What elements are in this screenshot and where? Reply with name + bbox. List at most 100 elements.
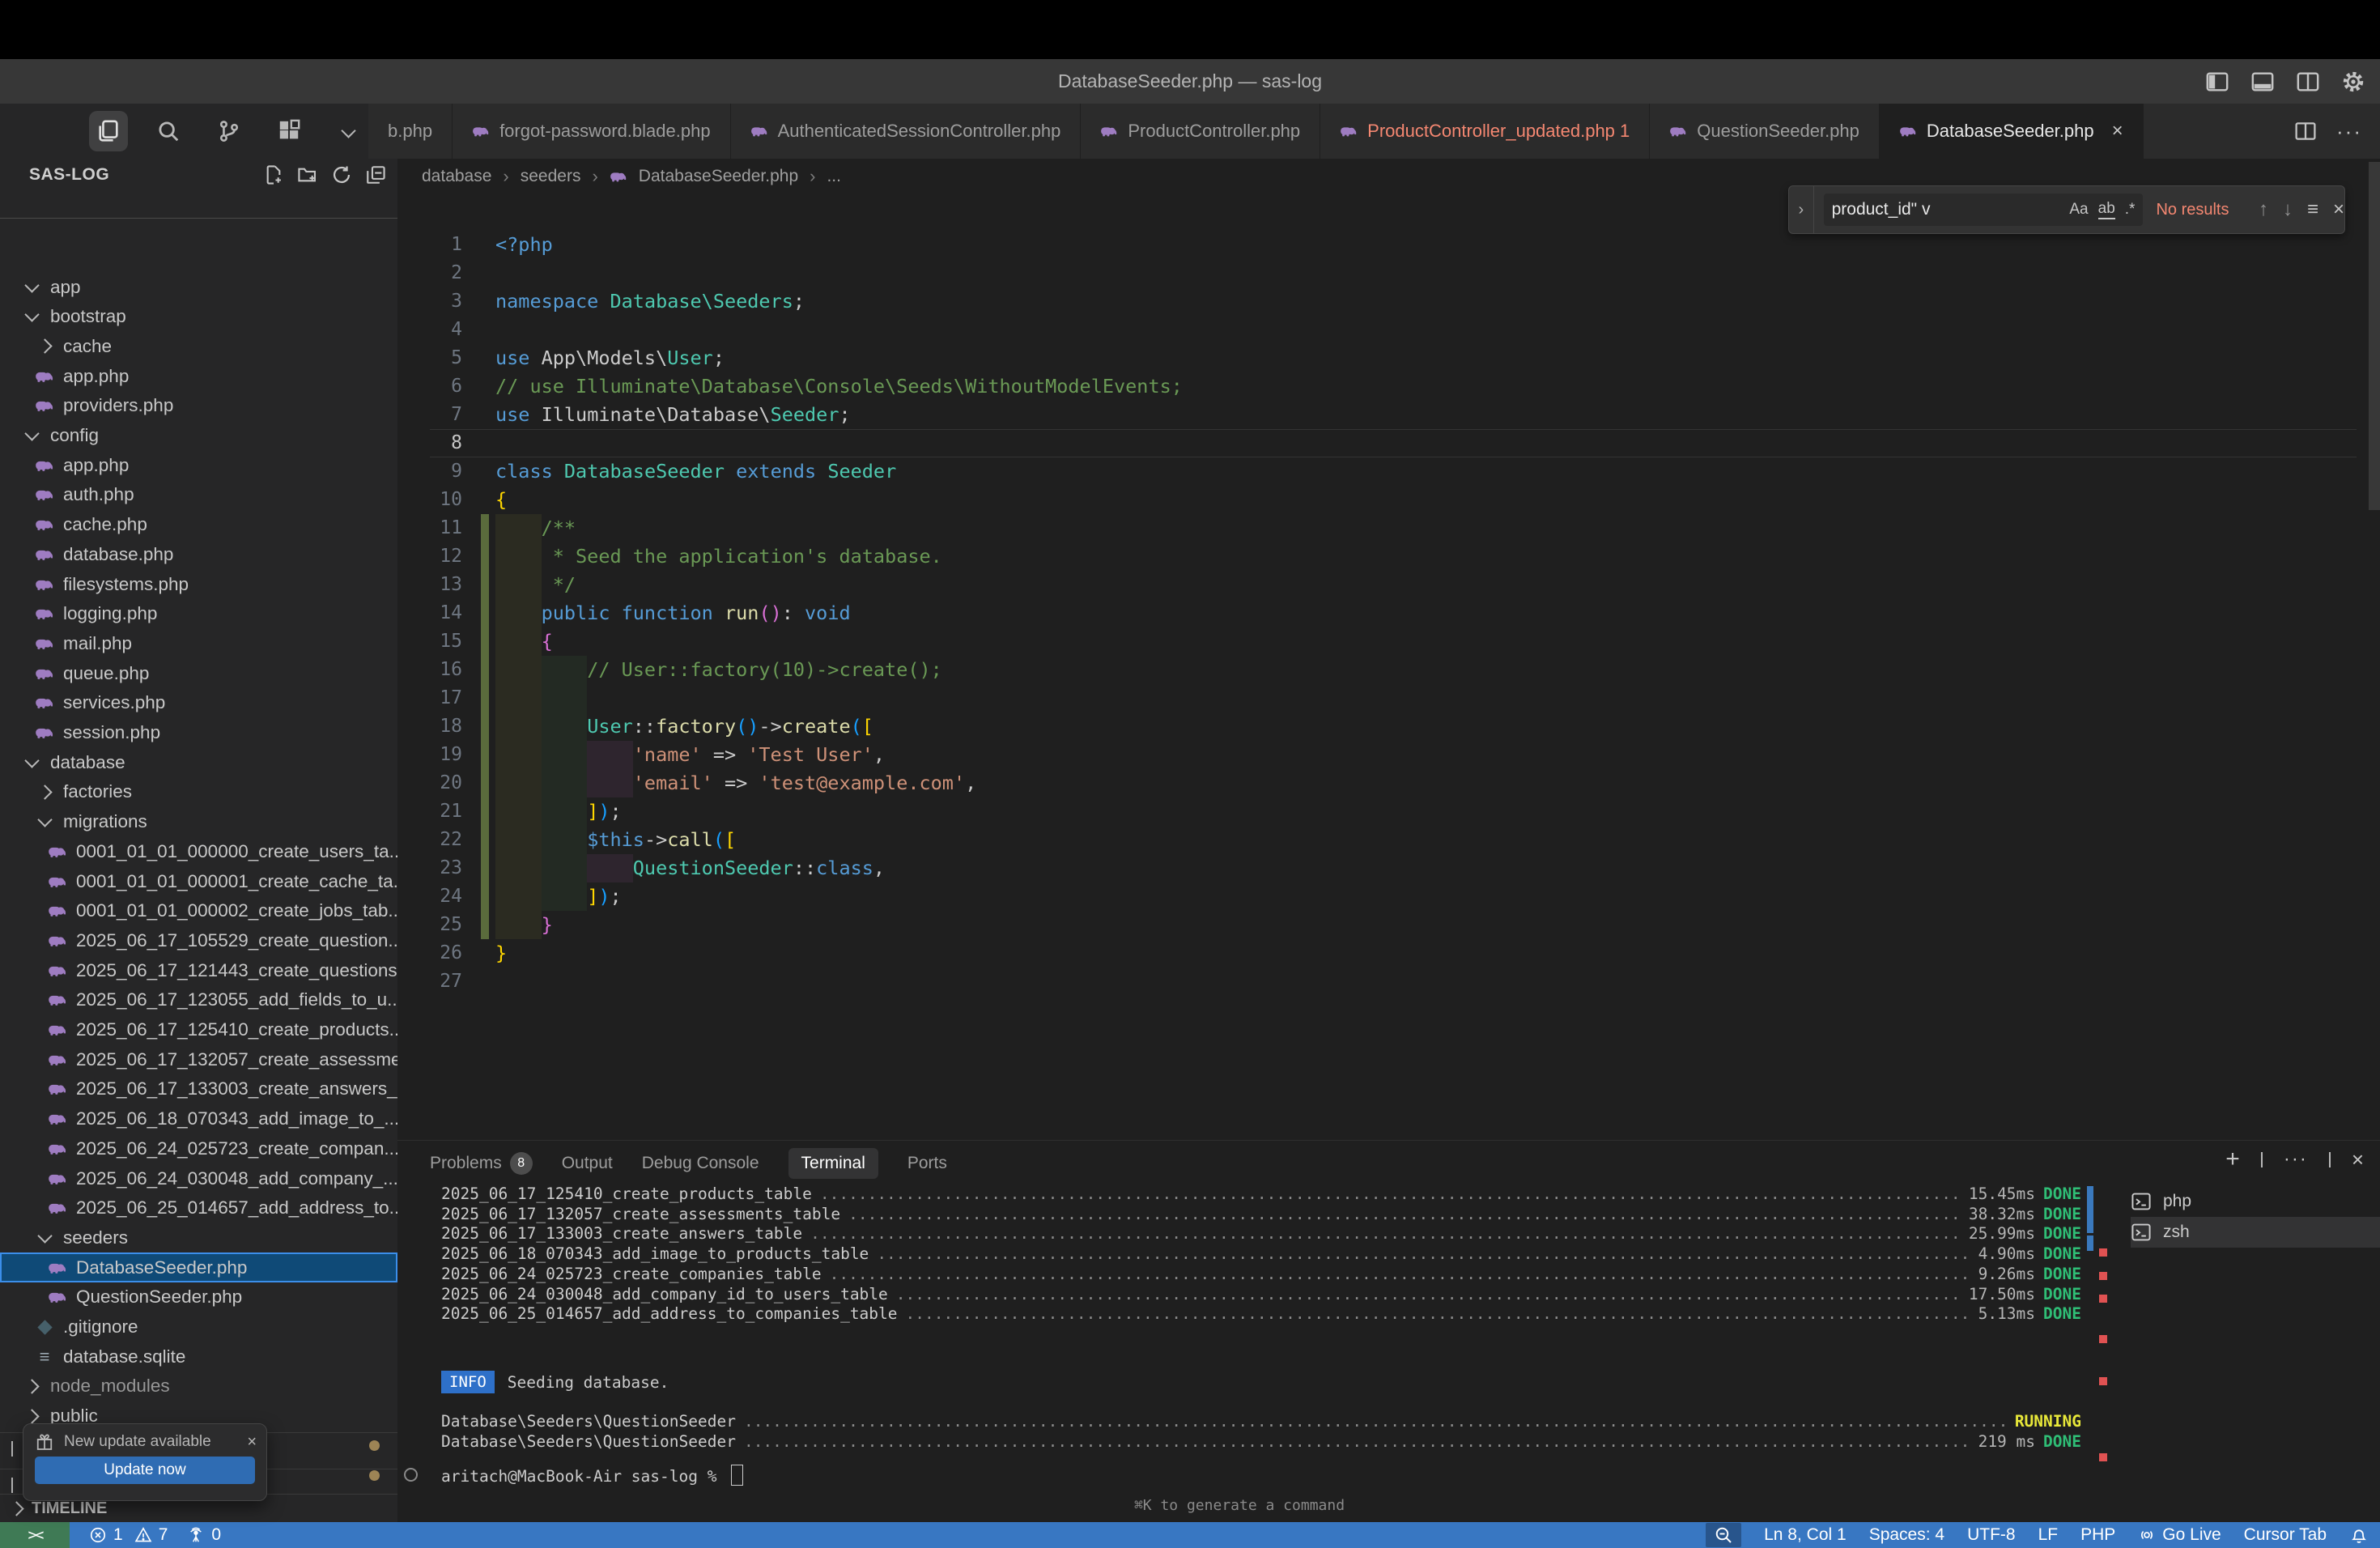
- tree-file-2025-06-24-030048-add-company-[interactable]: 2025_06_24_030048_add_company_...: [0, 1163, 397, 1193]
- search-icon[interactable]: [149, 111, 188, 151]
- scrollbar-thumb[interactable]: [2087, 1186, 2093, 1233]
- source-control-icon[interactable]: [209, 111, 248, 151]
- tree-file-logging-php[interactable]: logging.php: [0, 599, 397, 629]
- previous-match-icon[interactable]: ↑: [2259, 198, 2268, 221]
- panel-tab-debug-console[interactable]: Debug Console: [642, 1154, 759, 1173]
- toggle-panel-icon[interactable]: [2250, 70, 2275, 94]
- tree-file-mail-php[interactable]: mail.php: [0, 628, 397, 658]
- code-line-9[interactable]: 9class DatabaseSeeder extends Seeder: [397, 457, 2380, 486]
- go-live-status[interactable]: Go Live: [2138, 1525, 2221, 1545]
- code-line-5[interactable]: 5use App\Models\User;: [397, 344, 2380, 372]
- code-line-1[interactable]: 1<?php: [397, 231, 2380, 259]
- editor-tab-questionseeder-php[interactable]: QuestionSeeder.php: [1650, 104, 1880, 159]
- tree-file-0001-01-01-000000-create-users-ta-[interactable]: 0001_01_01_000000_create_users_ta...: [0, 836, 397, 866]
- gear-icon[interactable]: [2341, 70, 2365, 94]
- tree-folder-seeders[interactable]: seeders: [0, 1223, 397, 1252]
- breadcrumb-item[interactable]: database: [422, 167, 491, 186]
- close-panel-icon[interactable]: ×: [2352, 1147, 2364, 1172]
- terminal-instance-zsh[interactable]: zsh: [2131, 1217, 2380, 1248]
- scrollbar-thumb[interactable]: [2087, 1235, 2093, 1251]
- code-line-4[interactable]: 4: [397, 316, 2380, 344]
- explorer-section-header[interactable]: SAS-LOG: [0, 159, 397, 191]
- update-now-button[interactable]: Update now: [35, 1457, 255, 1484]
- find-input[interactable]: product_id" v Aa ab .*: [1824, 194, 2144, 226]
- editor-scrollbar[interactable]: [2369, 159, 2380, 1140]
- tree-file-database-sqlite[interactable]: ≡database.sqlite: [0, 1342, 397, 1372]
- editor-tab-productcontroller-php[interactable]: ProductController.php: [1081, 104, 1320, 159]
- tree-file-queue-php[interactable]: queue.php: [0, 658, 397, 688]
- more-actions-icon[interactable]: ···: [2284, 1148, 2308, 1171]
- tree-file-2025-06-17-133003-create-answers-[interactable]: 2025_06_17_133003_create_answers_...: [0, 1074, 397, 1104]
- tree-folder-cache[interactable]: cache: [0, 331, 397, 361]
- language-mode-status[interactable]: PHP: [2080, 1525, 2115, 1545]
- code-line-14[interactable]: 14 public function run(): void: [397, 599, 2380, 627]
- refresh-icon[interactable]: [331, 164, 352, 185]
- new-terminal-icon[interactable]: +: [2225, 1146, 2240, 1173]
- tree-file-2025-06-18-070343-add-image-to-[interactable]: 2025_06_18_070343_add_image_to_...: [0, 1104, 397, 1134]
- bell-icon[interactable]: [2349, 1525, 2369, 1545]
- code-line-19[interactable]: 19 'name' => 'Test User',: [397, 741, 2380, 769]
- extensions-icon[interactable]: [270, 111, 308, 151]
- next-match-icon[interactable]: ↓: [2283, 198, 2293, 221]
- scrollbar-thumb[interactable]: [2369, 162, 2380, 510]
- code-line-7[interactable]: 7use Illuminate\Database\Seeder;: [397, 401, 2380, 429]
- terminal-instance-php[interactable]: php: [2131, 1186, 2380, 1217]
- tree-folder-database[interactable]: database: [0, 747, 397, 777]
- tree-file-0001-01-01-000002-create-jobs-tab-[interactable]: 0001_01_01_000002_create_jobs_tab...: [0, 896, 397, 926]
- new-folder-icon[interactable]: [297, 164, 318, 185]
- ports-status[interactable]: 0: [187, 1525, 221, 1545]
- tree-file-databaseseeder-php[interactable]: DatabaseSeeder.php: [0, 1252, 397, 1282]
- encoding-status[interactable]: UTF-8: [1967, 1525, 2016, 1545]
- editor-tab-authenticatedsessioncontroller-php[interactable]: AuthenticatedSessionController.php: [731, 104, 1082, 159]
- collapsed-section-chevron-icon[interactable]: [11, 1478, 13, 1492]
- code-line-22[interactable]: 22 $this->call([: [397, 826, 2380, 854]
- tree-folder-factories[interactable]: factories: [0, 777, 397, 807]
- panel-tab-ports[interactable]: Ports: [907, 1154, 947, 1173]
- tree-file-0001-01-01-000001-create-cache-ta-[interactable]: 0001_01_01_000001_create_cache_ta...: [0, 866, 397, 896]
- terminal-prompt[interactable]: aritach@MacBook-Air sas-log %: [441, 1465, 743, 1486]
- code-line-26[interactable]: 26}: [397, 939, 2380, 968]
- code-line-3[interactable]: 3namespace Database\Seeders;: [397, 287, 2380, 316]
- more-actions-icon[interactable]: ···: [2336, 119, 2362, 144]
- whole-word-icon[interactable]: ab: [2098, 200, 2115, 219]
- code-line-6[interactable]: 6// use Illuminate\Database\Console\Seed…: [397, 372, 2380, 401]
- tree-folder-migrations[interactable]: migrations: [0, 807, 397, 837]
- tree-file-2025-06-24-025723-create-compan-[interactable]: 2025_06_24_025723_create_compan...: [0, 1133, 397, 1163]
- editor-tab-b-php[interactable]: b.php: [368, 104, 453, 159]
- close-icon[interactable]: ×: [2112, 120, 2123, 142]
- tree-file-app-php[interactable]: app.php: [0, 361, 397, 391]
- code-line-10[interactable]: 10{: [397, 486, 2380, 514]
- regex-icon[interactable]: .*: [2125, 201, 2136, 219]
- code-line-25[interactable]: 25 }: [397, 911, 2380, 939]
- code-editor[interactable]: 1<?php23namespace Database\Seeders;45use…: [397, 194, 2380, 1140]
- breadcrumb-item[interactable]: DatabaseSeeder.php: [639, 167, 798, 186]
- toggle-replace-chevron-icon[interactable]: ›: [1789, 186, 1814, 233]
- command-decoration-circle[interactable]: [404, 1468, 418, 1482]
- terminal-dropdown-chevron-icon[interactable]: [2261, 1152, 2263, 1167]
- explorer-icon[interactable]: [89, 111, 128, 151]
- indentation-status[interactable]: Spaces: 4: [1869, 1525, 1944, 1545]
- code-line-23[interactable]: 23 QuestionSeeder::class,: [397, 854, 2380, 882]
- collapse-folders-icon[interactable]: [365, 164, 386, 185]
- tree-file-auth-php[interactable]: auth.php: [0, 480, 397, 510]
- match-case-icon[interactable]: Aa: [2069, 201, 2088, 219]
- breadcrumb-item[interactable]: seeders: [521, 167, 581, 186]
- tree-folder-app[interactable]: app: [0, 272, 397, 302]
- collapsed-section-chevron-icon[interactable]: [11, 1441, 13, 1456]
- tree-file-2025-06-17-123055-add-fields-to-u-[interactable]: 2025_06_17_123055_add_fields_to_u...: [0, 985, 397, 1015]
- additional-views-chevron-icon[interactable]: [329, 111, 368, 151]
- breadcrumb-item[interactable]: ...: [827, 167, 841, 186]
- panel-tab-output[interactable]: Output: [562, 1154, 613, 1173]
- panel-tab-problems[interactable]: Problems8: [430, 1152, 533, 1175]
- maximize-panel-chevron-icon[interactable]: [2329, 1152, 2331, 1167]
- code-line-13[interactable]: 13 */: [397, 571, 2380, 599]
- code-line-21[interactable]: 21 ]);: [397, 797, 2380, 826]
- tree-file-cache-php[interactable]: cache.php: [0, 510, 397, 540]
- panel-tab-terminal[interactable]: Terminal: [788, 1148, 878, 1179]
- code-line-12[interactable]: 12 * Seed the application's database.: [397, 542, 2380, 571]
- cursor-position-status[interactable]: Ln 8, Col 1: [1764, 1525, 1847, 1545]
- split-editor-icon[interactable]: [2294, 120, 2317, 142]
- code-line-17[interactable]: 17: [397, 684, 2380, 712]
- tree-file-2025-06-17-132057-create-assessme-[interactable]: 2025_06_17_132057_create_assessme...: [0, 1044, 397, 1074]
- cursor-tab-status[interactable]: Cursor Tab: [2244, 1525, 2327, 1545]
